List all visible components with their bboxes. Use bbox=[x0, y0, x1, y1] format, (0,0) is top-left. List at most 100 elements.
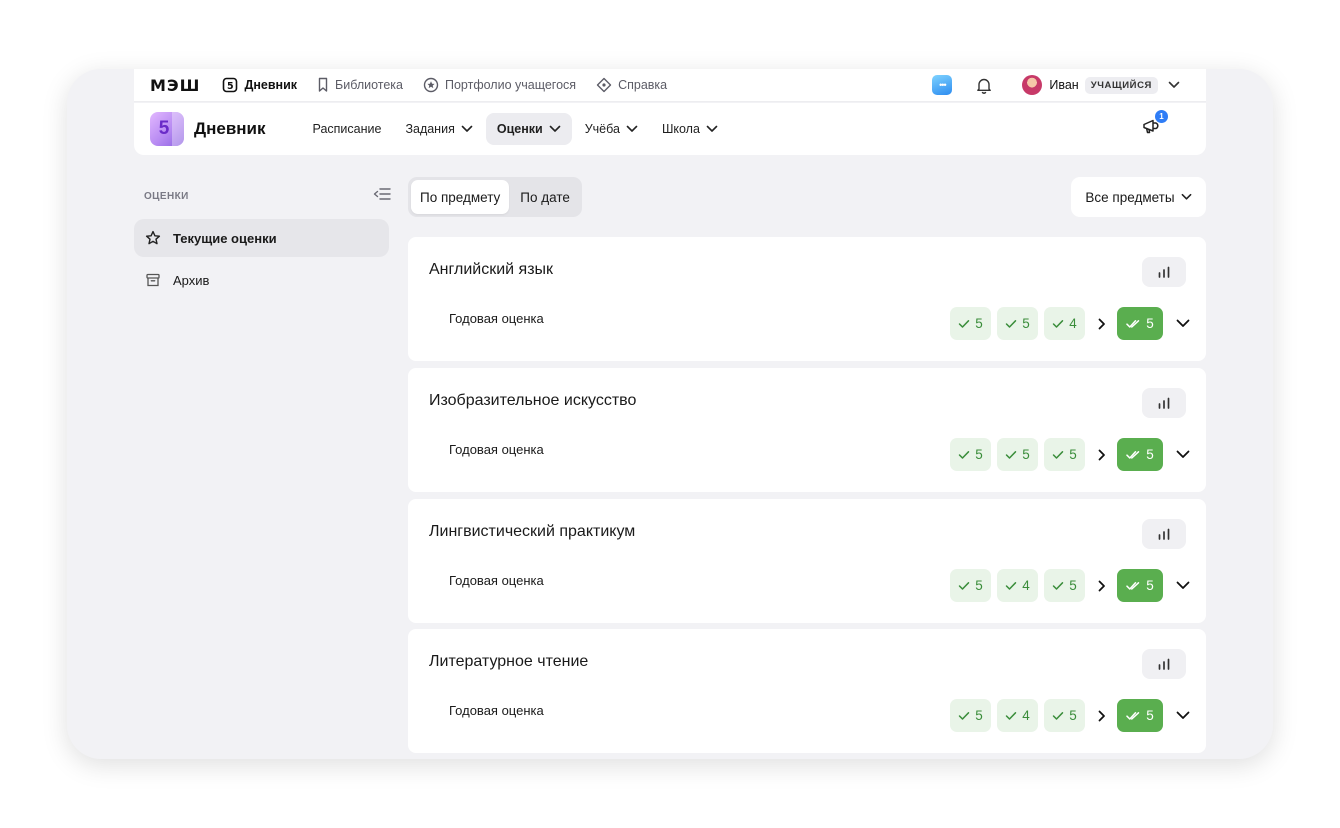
final-mark[interactable]: 5 bbox=[1117, 438, 1163, 471]
marks-row: 5 5 5 5 bbox=[950, 438, 1190, 471]
stats-button[interactable] bbox=[1142, 388, 1186, 418]
diary-5-icon: 5 bbox=[223, 77, 238, 93]
final-mark[interactable]: 5 bbox=[1117, 307, 1163, 340]
nav-label: Задания bbox=[405, 122, 455, 136]
user-name[interactable]: Иван bbox=[1049, 78, 1078, 92]
chevron-down-icon[interactable] bbox=[1168, 81, 1180, 89]
expand-chevron-icon[interactable] bbox=[1176, 581, 1190, 590]
check-icon bbox=[1005, 581, 1017, 590]
subject-filter-dropdown[interactable]: Все предметы bbox=[1071, 177, 1206, 217]
chat-app-icon[interactable]: ••• bbox=[932, 75, 953, 95]
mark-value: 4 bbox=[1069, 316, 1077, 331]
chevron-down-icon bbox=[1181, 193, 1191, 200]
term-mark[interactable]: 5 bbox=[1044, 569, 1085, 602]
mark-value: 4 bbox=[1022, 578, 1030, 593]
role-badge: УЧАЩИЙСЯ bbox=[1084, 76, 1158, 94]
marks-row: 5 4 5 5 bbox=[950, 569, 1190, 602]
top-link-library[interactable]: Библиотека bbox=[317, 77, 403, 93]
bell-icon[interactable] bbox=[976, 77, 992, 94]
archive-box-icon bbox=[146, 273, 160, 287]
term-mark[interactable]: 5 bbox=[997, 307, 1038, 340]
check-icon bbox=[1052, 581, 1064, 590]
avatar[interactable] bbox=[1022, 75, 1043, 95]
mesh-logo[interactable]: МЭШ bbox=[150, 76, 200, 95]
nav-label: Расписание bbox=[312, 122, 382, 136]
mark-value: 4 bbox=[1022, 708, 1030, 723]
bar-chart-icon bbox=[1158, 266, 1170, 278]
mark-value: 5 bbox=[1022, 447, 1030, 462]
chevron-right-icon bbox=[1098, 449, 1106, 461]
star-icon bbox=[145, 230, 161, 245]
stats-button[interactable] bbox=[1142, 257, 1186, 287]
term-mark[interactable]: 4 bbox=[1044, 307, 1085, 340]
chevron-down-icon bbox=[461, 125, 473, 132]
chevron-right-icon bbox=[1098, 580, 1106, 592]
term-mark[interactable]: 5 bbox=[950, 307, 991, 340]
chevron-down-icon bbox=[626, 125, 638, 132]
term-mark[interactable]: 5 bbox=[950, 699, 991, 732]
annual-grade-label: Годовая оценка bbox=[449, 311, 544, 326]
top-link-label: Дневник bbox=[244, 78, 298, 92]
sidebar-item-current-grades[interactable]: Текущие оценки bbox=[134, 219, 389, 257]
final-mark[interactable]: 5 bbox=[1117, 569, 1163, 602]
mark-value: 5 bbox=[975, 316, 983, 331]
top-link-help[interactable]: Справка bbox=[596, 77, 667, 93]
chevron-down-icon bbox=[549, 125, 561, 132]
stats-button[interactable] bbox=[1142, 519, 1186, 549]
nav-schedule[interactable]: Расписание bbox=[302, 113, 393, 145]
expand-chevron-icon[interactable] bbox=[1176, 711, 1190, 720]
collapse-sidebar-icon[interactable] bbox=[373, 187, 391, 201]
stats-button[interactable] bbox=[1142, 649, 1186, 679]
check-icon bbox=[1005, 319, 1017, 328]
bookmark-icon bbox=[318, 77, 328, 92]
svg-text:5: 5 bbox=[227, 81, 234, 92]
toggle-by-subject[interactable]: По предмету bbox=[411, 180, 510, 214]
toggle-by-date[interactable]: По дате bbox=[511, 180, 579, 214]
term-mark[interactable]: 5 bbox=[950, 569, 991, 602]
app-window: МЭШ 5 Дневник Библиотека Портфолио учаще… bbox=[67, 69, 1273, 759]
expand-chevron-icon[interactable] bbox=[1176, 450, 1190, 459]
term-mark[interactable]: 4 bbox=[997, 569, 1038, 602]
bar-chart-icon bbox=[1158, 528, 1170, 540]
top-link-diary[interactable]: 5 Дневник bbox=[222, 77, 297, 93]
double-check-icon bbox=[1126, 319, 1140, 328]
app-title[interactable]: Дневник bbox=[194, 119, 266, 139]
chevron-right-icon bbox=[1098, 318, 1106, 330]
diary-app-logo[interactable]: 5 bbox=[150, 112, 184, 146]
mark-value: 5 bbox=[975, 578, 983, 593]
subject-card: Лингвистический практикум Годовая оценка… bbox=[408, 499, 1206, 623]
nav-label: Школа bbox=[661, 122, 700, 136]
check-icon bbox=[1005, 450, 1017, 459]
subject-name: Изобразительное искусство bbox=[429, 392, 637, 409]
check-icon bbox=[1052, 450, 1064, 459]
diamond-help-icon bbox=[596, 77, 612, 93]
term-mark[interactable]: 4 bbox=[997, 699, 1038, 732]
top-link-label: Справка bbox=[618, 78, 668, 92]
check-icon bbox=[958, 450, 970, 459]
double-check-icon bbox=[1126, 711, 1140, 720]
check-icon bbox=[1005, 711, 1017, 720]
mark-value: 5 bbox=[1022, 316, 1030, 331]
nav-grades[interactable]: Оценки bbox=[485, 113, 572, 145]
sidebar-heading: ОЦЕНКИ bbox=[144, 191, 189, 202]
top-link-portfolio[interactable]: Портфолио учащегося bbox=[423, 77, 576, 93]
marks-row: 5 5 4 5 bbox=[950, 307, 1190, 340]
notifications-button[interactable]: 1 bbox=[1142, 110, 1168, 140]
sidebar-item-archive[interactable]: Архив bbox=[134, 261, 389, 299]
sidebar-item-label: Текущие оценки bbox=[173, 230, 277, 246]
final-mark[interactable]: 5 bbox=[1117, 699, 1163, 732]
app-header: 5 Дневник Расписание Задания Оценки Учёб… bbox=[134, 103, 1206, 155]
term-mark[interactable]: 5 bbox=[997, 438, 1038, 471]
top-bar: МЭШ 5 Дневник Библиотека Портфолио учаще… bbox=[134, 69, 1206, 102]
term-mark[interactable]: 5 bbox=[1044, 438, 1085, 471]
expand-chevron-icon[interactable] bbox=[1176, 319, 1190, 328]
notification-count-badge: 1 bbox=[1155, 110, 1168, 123]
nav-school[interactable]: Школа bbox=[651, 113, 729, 145]
nav-assignments[interactable]: Задания bbox=[394, 113, 483, 145]
subject-filter-label: Все предметы bbox=[1085, 189, 1175, 205]
subject-name: Лингвистический практикум bbox=[429, 523, 636, 540]
term-mark[interactable]: 5 bbox=[950, 438, 991, 471]
chevron-down-icon bbox=[706, 125, 718, 132]
term-mark[interactable]: 5 bbox=[1044, 699, 1085, 732]
nav-study[interactable]: Учёба bbox=[574, 113, 649, 145]
